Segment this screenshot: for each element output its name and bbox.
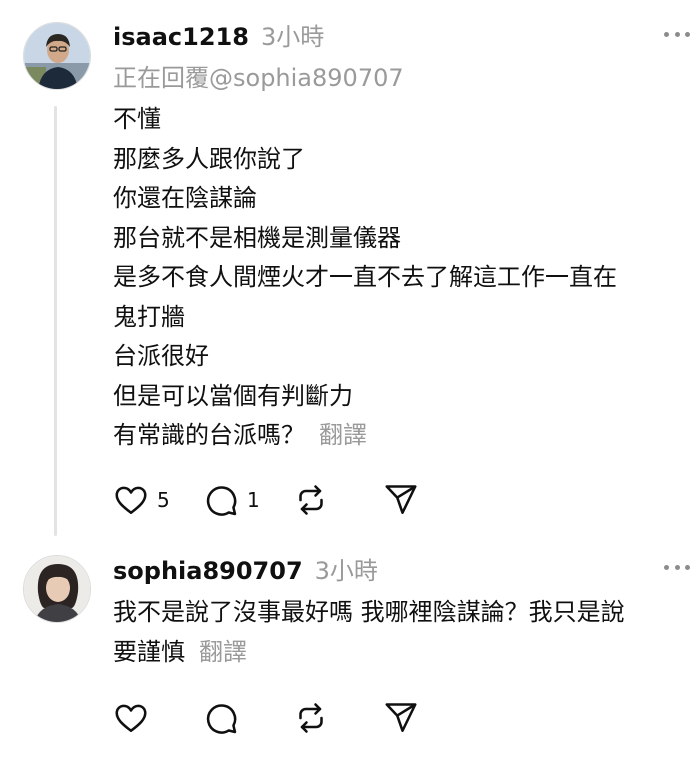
- post-body-line: 鬼打牆: [113, 302, 185, 331]
- comment-count: 1: [247, 488, 260, 512]
- avatar-isaac1218[interactable]: [23, 22, 91, 90]
- like-button[interactable]: [113, 700, 203, 736]
- share-button[interactable]: [383, 482, 473, 518]
- post-body-line: 不懂: [113, 105, 161, 133]
- translate-link[interactable]: 翻譯: [319, 421, 367, 449]
- heart-icon: [115, 704, 147, 733]
- comment-bubble-icon: [206, 486, 237, 516]
- heart-icon: [115, 486, 147, 515]
- post-body-line: 要謹慎: [113, 637, 185, 666]
- post-body: 不懂 那麼多人跟你說了 你還在陰謀論 那台就不是相機是測量儀器 是多不食人間煙火…: [113, 100, 617, 456]
- post-body-last-line: 有常識的台派嗎？ 翻譯: [113, 416, 617, 456]
- action-bar: 5 1: [113, 480, 473, 520]
- post-body-line: 我不是說了沒事最好嗎 我哪裡陰謀論？我只是說: [113, 598, 625, 626]
- reply-post-isaac1218: isaac1218 3小時 正在回覆@sophia890707 不懂 那麼多人跟…: [0, 0, 698, 540]
- username[interactable]: sophia890707: [113, 557, 303, 585]
- repost-button[interactable]: [293, 700, 383, 736]
- replying-to: 正在回覆@sophia890707: [113, 58, 404, 93]
- action-bar: [113, 698, 473, 738]
- send-icon: [385, 485, 417, 515]
- comment-button[interactable]: [203, 700, 293, 736]
- timestamp: 3小時: [314, 557, 378, 585]
- repost-icon: [299, 485, 323, 515]
- post-body-line: 那麼多人跟你說了: [113, 144, 305, 173]
- post-body-line: 台派很好: [113, 342, 209, 370]
- comment-button[interactable]: 1: [203, 482, 293, 518]
- post-body-line: 你還在陰謀論: [113, 184, 257, 212]
- repost-icon: [299, 703, 323, 733]
- thread-line: [54, 106, 57, 536]
- more-dots-icon[interactable]: [664, 562, 690, 572]
- post-header: isaac1218 3小時: [113, 17, 324, 52]
- like-count: 5: [157, 488, 170, 512]
- replying-to-handle[interactable]: @sophia890707: [209, 64, 404, 92]
- post-body-line: 有常識的台派嗎？: [113, 421, 305, 449]
- send-icon: [385, 703, 417, 733]
- post-body-line: 那台就不是相機是測量儀器: [113, 223, 401, 252]
- repost-button[interactable]: [293, 482, 383, 518]
- translate-link[interactable]: 翻譯: [199, 638, 247, 666]
- post-body-line: 但是可以當個有判斷力: [113, 381, 353, 410]
- comment-bubble-icon: [206, 704, 237, 734]
- post-body: 我不是說了沒事最好嗎 我哪裡陰謀論？我只是說 要謹慎 翻譯: [113, 593, 625, 672]
- more-dots-icon[interactable]: [664, 29, 690, 39]
- replying-prefix: 正在回覆: [113, 64, 209, 92]
- reply-post-sophia890707: sophia890707 3小時 我不是說了沒事最好嗎 我哪裡陰謀論？我只是說 …: [0, 540, 698, 767]
- timestamp: 3小時: [260, 23, 325, 51]
- post-body-last-line: 要謹慎 翻譯: [113, 633, 625, 673]
- share-button[interactable]: [383, 700, 473, 736]
- post-body-line: 是多不食人間煙火才一直不去了解這工作一直在: [113, 263, 617, 291]
- avatar-sophia890707[interactable]: [23, 555, 91, 623]
- username[interactable]: isaac1218: [113, 23, 249, 51]
- like-button[interactable]: 5: [113, 482, 203, 518]
- post-header: sophia890707 3小時: [113, 551, 378, 586]
